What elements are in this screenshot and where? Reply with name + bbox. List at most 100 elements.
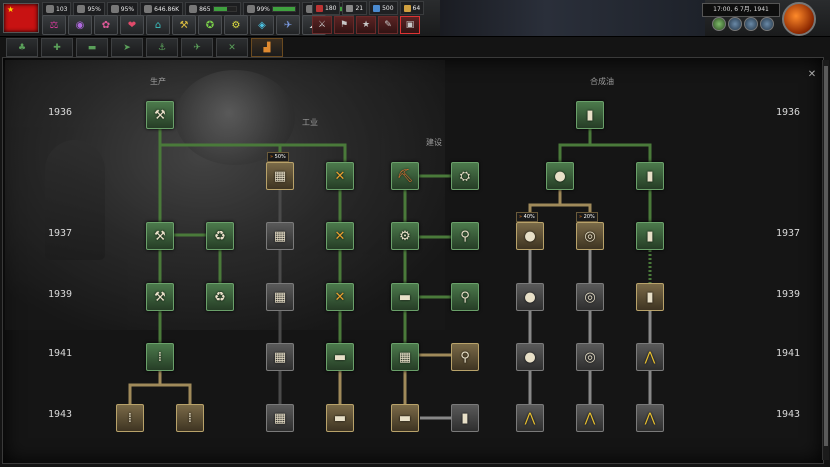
rank-chevron-icon: ⋀ [644,410,656,426]
tech-excavation-4[interactable]: ⚲ [451,343,479,371]
tech-rubber-4[interactable]: ⋀ [576,404,604,432]
tech-concentrated-industry-3[interactable]: ✕ [326,283,354,311]
tech-rubber-2[interactable]: ◎ [576,283,604,311]
tech-fuel-4[interactable]: ⋀ [516,404,544,432]
rubber-tyre-icon: ◎ [584,349,596,365]
category-label-production: 生产 [150,77,166,86]
year-label: 1943 [48,409,73,420]
research-bonus-badge: » 20% [576,212,598,222]
tech-construction-5[interactable]: ▬ [391,404,419,432]
rank-chevron-icon: ⋀ [584,410,596,426]
oil-barrels-icon: ▮ [646,289,654,305]
year-label: 1941 [48,348,73,359]
tech-fuel-3[interactable]: ● [516,343,544,371]
year-label: 1939 [48,289,73,300]
tech-rubber-1[interactable]: ◎ [576,222,604,250]
oil-barrels-icon: ▮ [586,107,594,123]
tech-concentrated-industry-5[interactable]: ▬ [326,404,354,432]
bulldozer-icon: ▬ [398,410,412,426]
tech-flexible-line[interactable]: ♻ [206,283,234,311]
tech-assembly-line[interactable]: ♻ [206,222,234,250]
tech-fuel-refining[interactable]: ● [546,162,574,190]
tech-dispersed-industry-4[interactable]: ▦ [266,343,294,371]
rank-chevron-icon: ⋀ [524,410,536,426]
tech-synthetic-refinery-2[interactable]: ▮ [636,283,664,311]
tech-excavation-5[interactable]: ▮ [451,404,479,432]
tech-rubber-processing[interactable]: ▮ [636,162,664,190]
tech-construction-4[interactable]: ▦ [391,343,419,371]
year-label: 1939 [776,289,801,300]
factory-stack-icon: ▦ [273,349,287,365]
oil-drop-icon: ● [554,168,566,184]
tech-excavation-1[interactable]: ⛭ [451,162,479,190]
tech-synthetic-refinery-1[interactable]: ▮ [636,222,664,250]
bullets-icon: ⁞ [157,349,163,365]
machine-icon: ▦ [398,349,412,365]
year-label: 1937 [48,228,73,239]
drill-icon: ⚙ [399,228,411,244]
tech-fuel-1[interactable]: ● [516,222,544,250]
tech-synthetic-oil[interactable]: ▮ [576,101,604,129]
factory-stack-icon: ▦ [273,410,287,426]
oil-drop-icon: ● [524,228,536,244]
tech-construction-3[interactable]: ▬ [391,283,419,311]
machine-tools-icon: ⚒ [154,228,166,244]
barrels-icon: ▮ [461,410,469,426]
rubber-tyre-icon: ◎ [584,289,596,305]
tech-concentrated-industry-4[interactable]: ▬ [326,343,354,371]
bullets-icon: ⁞ [187,410,193,426]
year-label: 1936 [776,107,801,118]
oil-barrels-icon: ▮ [646,228,654,244]
tech-dispersed-industry-2[interactable]: ▦ [266,222,294,250]
machine-tools-icon: ⚒ [154,107,166,123]
crane-icon: ⚲ [460,289,470,305]
research-bonus-badge: » 40% [516,212,538,222]
rank-chevron-icon: ⋀ [644,349,656,365]
tech-construction-1[interactable]: ⛏ [391,162,419,190]
tech-synthetic-refinery-3[interactable]: ⋀ [636,343,664,371]
tech-ammunition-advanced-b[interactable]: ⁞ [176,404,204,432]
rubber-tyre-icon: ◎ [584,228,596,244]
tech-excavation-3[interactable]: ⚲ [451,283,479,311]
tech-dispersed-industry-5[interactable]: ▦ [266,404,294,432]
tech-advanced-machine-tools[interactable]: ⚒ [146,283,174,311]
bonus-chevrons-icon: » [270,154,274,160]
tech-construction-2[interactable]: ⚙ [391,222,419,250]
crossed-tools-icon: ✕ [334,228,346,244]
tank-icon: ▬ [333,410,347,426]
tech-rubber-3[interactable]: ◎ [576,343,604,371]
crossed-tools-icon: ✕ [334,289,346,305]
crossed-tools-icon: ✕ [334,168,346,184]
crane-icon: ⚲ [460,228,470,244]
bullets-icon: ⁞ [127,410,133,426]
factory-stack-icon: ▦ [273,228,287,244]
tech-concentrated-industry[interactable]: ✕ [326,162,354,190]
tech-synthetic-refinery-4[interactable]: ⋀ [636,404,664,432]
tech-concentrated-industry-2[interactable]: ✕ [326,222,354,250]
cycle-arrows-icon: ♻ [214,228,226,244]
tech-excavation-2[interactable]: ⚲ [451,222,479,250]
excavator-icon: ⛭ [459,168,471,184]
tech-ammunition-advanced-a[interactable]: ⁞ [116,404,144,432]
tank-icon: ▬ [333,349,347,365]
tech-dispersed-industry[interactable]: ▦ [266,162,294,190]
bonus-chevrons-icon: » [579,214,583,220]
bulldozer-icon: ▬ [398,289,412,305]
category-label-synth-oil: 合成油 [590,77,614,86]
oil-barrels-icon: ▮ [646,168,654,184]
tech-fuel-2[interactable]: ● [516,283,544,311]
cycle-arrows-icon: ♻ [214,289,226,305]
category-label-construction: 建设 [426,138,442,147]
factory-stack-icon: ▦ [273,168,287,184]
tech-improved-machine-tools[interactable]: ⚒ [146,222,174,250]
tech-dispersed-industry-3[interactable]: ▦ [266,283,294,311]
crane-icon: ⚲ [460,349,470,365]
year-label: 1943 [776,409,801,420]
factory-stack-icon: ▦ [273,289,287,305]
pickaxe-icon: ⛏ [396,168,414,184]
category-label-industry: 工业 [302,118,318,127]
tech-ammunition[interactable]: ⁞ [146,343,174,371]
tech-basic-machine-tools[interactable]: ⚒ [146,101,174,129]
year-label: 1936 [48,107,73,118]
oil-drop-icon: ● [524,349,536,365]
